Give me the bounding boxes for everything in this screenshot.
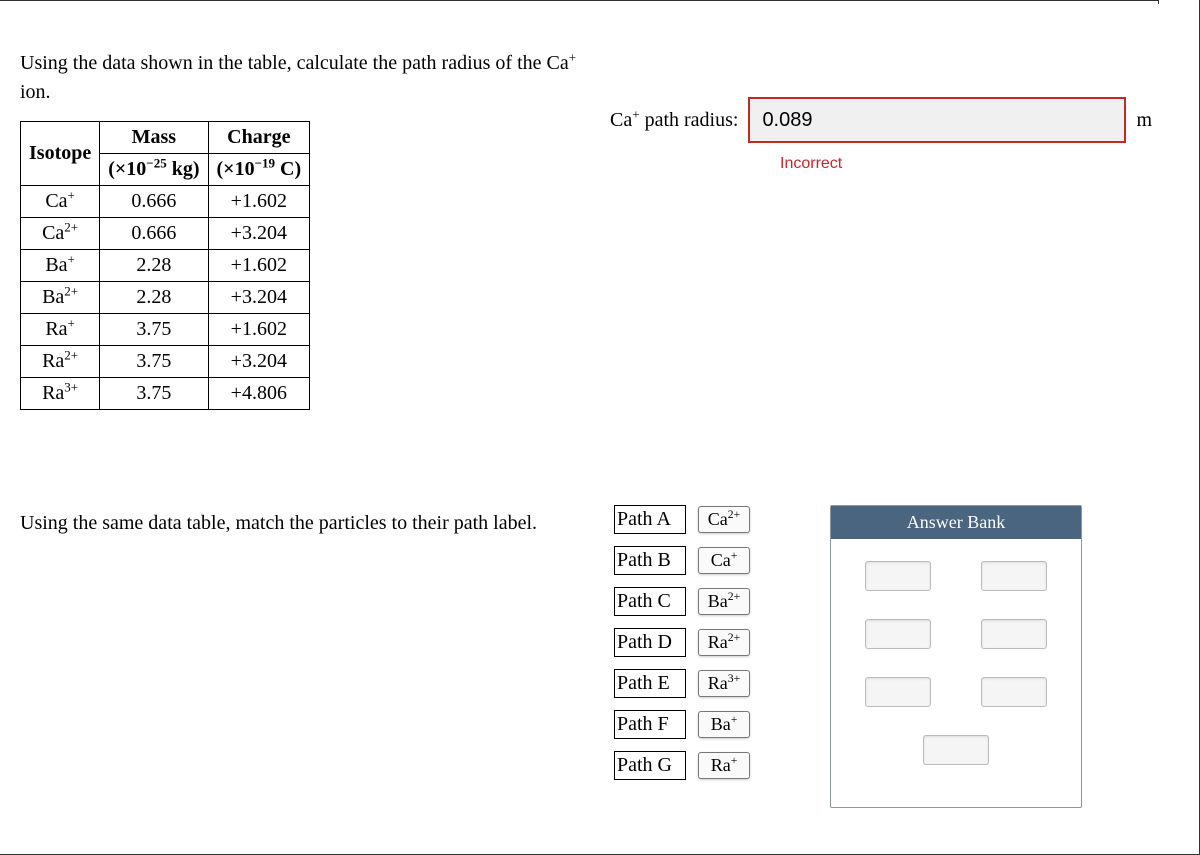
tab-stub: [1158, 0, 1200, 4]
path-radius-input[interactable]: [748, 97, 1126, 143]
q1-ion: Ca+: [547, 52, 577, 74]
cell-isotope: Ra+: [21, 314, 100, 346]
match-row: Path G Ra+: [614, 751, 750, 780]
path-label: Path A: [614, 505, 686, 534]
particle-chip[interactable]: Ra3+: [698, 670, 750, 697]
match-row: Path D Ra2+: [614, 628, 750, 657]
isotope-table: Isotope Mass Charge (×10−25 kg) (×10−19 …: [20, 121, 310, 410]
cell-mass: 3.75: [100, 314, 208, 346]
bank-slot[interactable]: [981, 677, 1047, 707]
match-row: Path C Ba2+: [614, 587, 750, 616]
cell-mass: 2.28: [100, 250, 208, 282]
table-row: Ca2+0.666+3.204: [21, 218, 310, 250]
cell-mass: 2.28: [100, 282, 208, 314]
answer-unit: m: [1136, 109, 1152, 132]
path-label: Path D: [614, 628, 686, 657]
th-isotope: Isotope: [21, 122, 100, 186]
answer-label: Ca+ path radius:: [610, 109, 738, 132]
cell-isotope: Ca+: [21, 186, 100, 218]
path-label: Path F: [614, 710, 686, 739]
bank-slot[interactable]: [981, 619, 1047, 649]
cell-isotope: Ba+: [21, 250, 100, 282]
isotope-tbody: Ca+0.666+1.602Ca2+0.666+3.204Ba+2.28+1.6…: [21, 186, 310, 410]
cell-mass: 0.666: [100, 186, 208, 218]
question-panel: Using the data shown in the table, calcu…: [0, 0, 1200, 855]
path-label: Path C: [614, 587, 686, 616]
cell-isotope: Ca2+: [21, 218, 100, 250]
path-label: Path E: [614, 669, 686, 698]
th-charge-unit: (×10−19 C): [208, 154, 310, 186]
table-row: Ba2+2.28+3.204: [21, 282, 310, 314]
table-row: Ca+0.666+1.602: [21, 186, 310, 218]
cell-charge: +1.602: [208, 250, 310, 282]
match-row: Path E Ra3+: [614, 669, 750, 698]
answer-bank-title: Answer Bank: [831, 506, 1081, 539]
particle-chip[interactable]: Ra+: [698, 752, 750, 779]
bank-slot[interactable]: [981, 561, 1047, 591]
particle-chip[interactable]: Ba2+: [698, 588, 750, 615]
cell-charge: +4.806: [208, 378, 310, 410]
path-label: Path G: [614, 751, 686, 780]
cell-isotope: Ba2+: [21, 282, 100, 314]
particle-chip[interactable]: Ca+: [698, 547, 750, 574]
bank-slot[interactable]: [865, 677, 931, 707]
table-row: Ra2+3.75+3.204: [21, 346, 310, 378]
cell-charge: +1.602: [208, 186, 310, 218]
particle-chip[interactable]: Ca2+: [698, 506, 750, 533]
bank-slot[interactable]: [923, 735, 989, 765]
answer-area: Ca+ path radius: m: [610, 97, 1152, 143]
match-area: Path ACa2+Path BCa+Path CBa2+Path DRa2+P…: [614, 505, 750, 792]
cell-mass: 3.75: [100, 378, 208, 410]
particle-chip[interactable]: Ra2+: [698, 629, 750, 656]
cell-charge: +1.602: [208, 314, 310, 346]
table-row: Ba+2.28+1.602: [21, 250, 310, 282]
cell-charge: +3.204: [208, 282, 310, 314]
cell-mass: 3.75: [100, 346, 208, 378]
th-charge: Charge: [208, 122, 310, 154]
bank-slot[interactable]: [865, 561, 931, 591]
feedback-text: Incorrect: [780, 155, 842, 173]
answer-bank-body[interactable]: [831, 539, 1081, 807]
q1-text-part1: Using the data shown in the table, calcu…: [20, 52, 547, 74]
match-row: Path B Ca+: [614, 546, 750, 575]
q1-text-part2: ion.: [20, 81, 51, 103]
cell-charge: +3.204: [208, 218, 310, 250]
cell-charge: +3.204: [208, 346, 310, 378]
particle-chip[interactable]: Ba+: [698, 711, 750, 738]
table-row: Ra+3.75+1.602: [21, 314, 310, 346]
path-label: Path B: [614, 546, 686, 575]
cell-mass: 0.666: [100, 218, 208, 250]
cell-isotope: Ra2+: [21, 346, 100, 378]
bank-slot[interactable]: [865, 619, 931, 649]
table-row: Ra3+3.75+4.806: [21, 378, 310, 410]
th-mass-unit: (×10−25 kg): [100, 154, 208, 186]
question1-prompt: Using the data shown in the table, calcu…: [20, 49, 580, 107]
match-row: Path F Ba+: [614, 710, 750, 739]
match-row: Path A Ca2+: [614, 505, 750, 534]
question2-prompt: Using the same data table, match the par…: [20, 509, 560, 538]
cell-isotope: Ra3+: [21, 378, 100, 410]
answer-bank: Answer Bank: [830, 505, 1082, 808]
th-mass: Mass: [100, 122, 208, 154]
